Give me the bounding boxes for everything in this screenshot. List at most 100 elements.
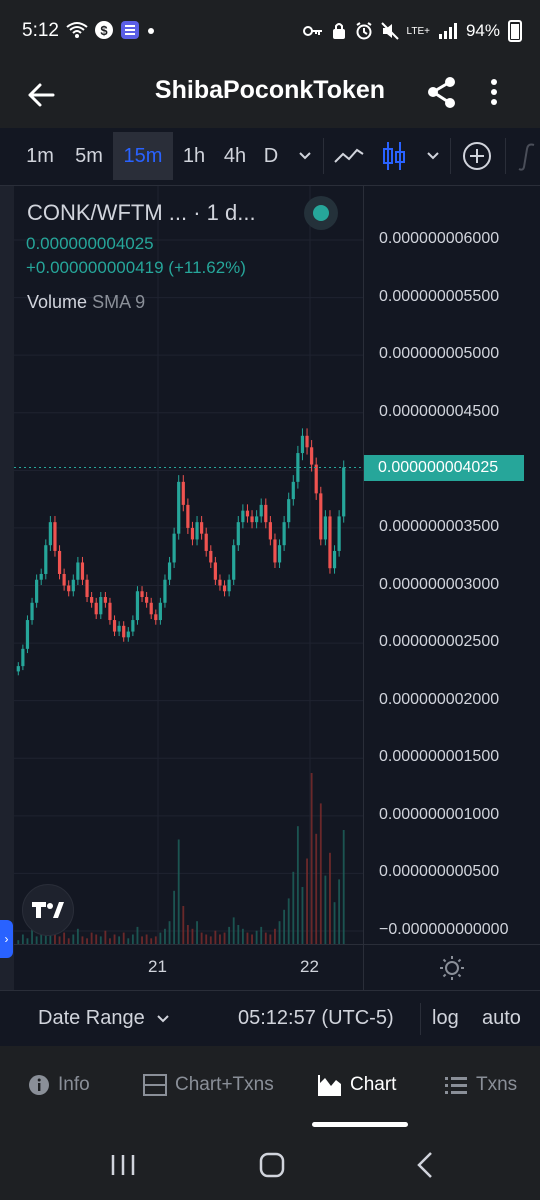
candle-body — [186, 504, 190, 528]
candle-body — [337, 516, 341, 551]
time-axis[interactable]: 21 22 — [14, 944, 364, 990]
candle-body — [99, 597, 103, 615]
log-scale-toggle[interactable]: log — [432, 1007, 459, 1030]
nav-txns[interactable]: Txns — [444, 1074, 517, 1096]
more-options-button[interactable] — [482, 72, 506, 112]
candle-body — [158, 602, 162, 621]
timeframe-1m[interactable]: 1m — [18, 132, 62, 180]
price-axis[interactable]: 0.000000004025 0.000000006000 0.000000005… — [363, 186, 540, 956]
candle-body — [154, 614, 158, 621]
market-status-dot — [313, 205, 329, 221]
candle-body — [122, 625, 126, 638]
candle-body — [149, 602, 153, 615]
candles-button[interactable] — [376, 132, 412, 180]
recent-apps-icon — [111, 1155, 135, 1175]
drawing-toolbar-toggle[interactable]: › — [0, 920, 13, 958]
status-right-icons: LTE+ 94% — [302, 20, 522, 42]
volume-bar — [99, 936, 102, 944]
candle-body — [314, 464, 318, 494]
candle-body — [172, 533, 176, 563]
volume-bar — [232, 917, 235, 944]
candle-body — [76, 562, 80, 580]
timeframe-dropdown[interactable] — [290, 132, 320, 180]
nav-chart[interactable]: Chart — [318, 1074, 396, 1096]
last-price-label: 0.000000004025 — [364, 455, 524, 481]
price-tick: 0.000000006000 — [379, 230, 500, 247]
candle-body — [277, 545, 282, 563]
volume-bar — [260, 926, 263, 944]
chart-area-icon — [318, 1075, 341, 1096]
timezone-clock[interactable]: 05:12:57 (UTC-5) — [238, 1007, 394, 1030]
status-left-icons: $ — [66, 20, 156, 40]
volume-bar — [21, 934, 24, 944]
timeframe-15m[interactable]: 15m — [113, 132, 173, 180]
home-button[interactable] — [255, 1148, 289, 1182]
volume-bar — [269, 934, 272, 944]
controls-divider — [420, 1003, 421, 1035]
candle-body — [190, 527, 195, 540]
candle-body — [241, 510, 245, 523]
volume-bar — [63, 932, 66, 944]
legend-volume[interactable]: Volume SMA 9 — [27, 292, 145, 313]
tradingview-logo[interactable] — [22, 884, 74, 936]
toolbar-divider — [450, 138, 451, 174]
candle-body — [67, 585, 71, 592]
volume-bar — [319, 803, 322, 944]
auto-scale-toggle[interactable]: auto — [482, 1007, 521, 1030]
battery-percent: 94% — [465, 21, 500, 40]
legend-symbol[interactable]: CONK/WFTM ... · 1 d... — [27, 200, 256, 226]
volume-bar — [310, 773, 313, 944]
market-status-indicator[interactable] — [304, 196, 338, 230]
nav-chart-txns[interactable]: Chart+Txns — [143, 1074, 274, 1096]
volume-label: Volume — [27, 292, 88, 312]
candle-body — [57, 550, 62, 574]
more-vertical-icon — [491, 79, 497, 105]
candle-body — [62, 573, 66, 586]
battery-icon — [508, 20, 522, 42]
volume-bar — [164, 928, 166, 944]
candle-body — [209, 550, 213, 563]
date-range-label: Date Range — [38, 1007, 145, 1029]
volume-bar — [205, 934, 208, 944]
candle-body — [287, 499, 291, 523]
back-nav-button[interactable] — [408, 1148, 442, 1182]
candle-body — [35, 579, 39, 603]
share-button[interactable] — [426, 72, 462, 112]
volume-bar — [200, 932, 203, 944]
candle-body — [282, 522, 286, 546]
add-indicator-button[interactable] — [458, 132, 496, 180]
candle-body — [177, 481, 181, 534]
line-chart-icon — [334, 148, 364, 163]
chart-type-dropdown[interactable] — [418, 132, 448, 180]
volume-bar — [95, 934, 98, 944]
volume-bar — [90, 932, 93, 944]
volume-bar — [306, 858, 308, 944]
candle-body — [268, 522, 272, 540]
timeframe-1h[interactable]: 1h — [176, 132, 212, 180]
lock-icon — [332, 23, 345, 39]
price-tick: 0.000000003500 — [379, 517, 500, 535]
candle-body — [71, 579, 75, 592]
chart-settings-button[interactable] — [363, 944, 540, 990]
drawing-toolbar-strip — [0, 186, 14, 990]
fx-button[interactable] — [514, 132, 540, 180]
timeframe-5m[interactable]: 5m — [66, 132, 112, 180]
volume-bar — [159, 932, 162, 944]
candle-body — [181, 481, 185, 505]
line-chart-button[interactable] — [330, 132, 368, 180]
volume-bar — [177, 839, 180, 944]
chevron-down-icon — [157, 1015, 170, 1023]
timeframe-d[interactable]: D — [258, 132, 284, 180]
date-range-button[interactable]: Date Range — [38, 1007, 170, 1030]
recent-apps-button[interactable] — [106, 1148, 140, 1182]
candle-body — [332, 550, 337, 569]
candle-body — [250, 516, 254, 523]
volume-bar — [81, 936, 84, 944]
nav-txns-label: Txns — [476, 1074, 518, 1095]
volume-bar — [287, 898, 290, 944]
candle-body — [30, 602, 34, 621]
nav-info[interactable]: Info — [28, 1074, 90, 1096]
candle-body — [80, 562, 85, 580]
timeframe-4h[interactable]: 4h — [217, 132, 253, 180]
active-tab-indicator — [312, 1122, 408, 1127]
